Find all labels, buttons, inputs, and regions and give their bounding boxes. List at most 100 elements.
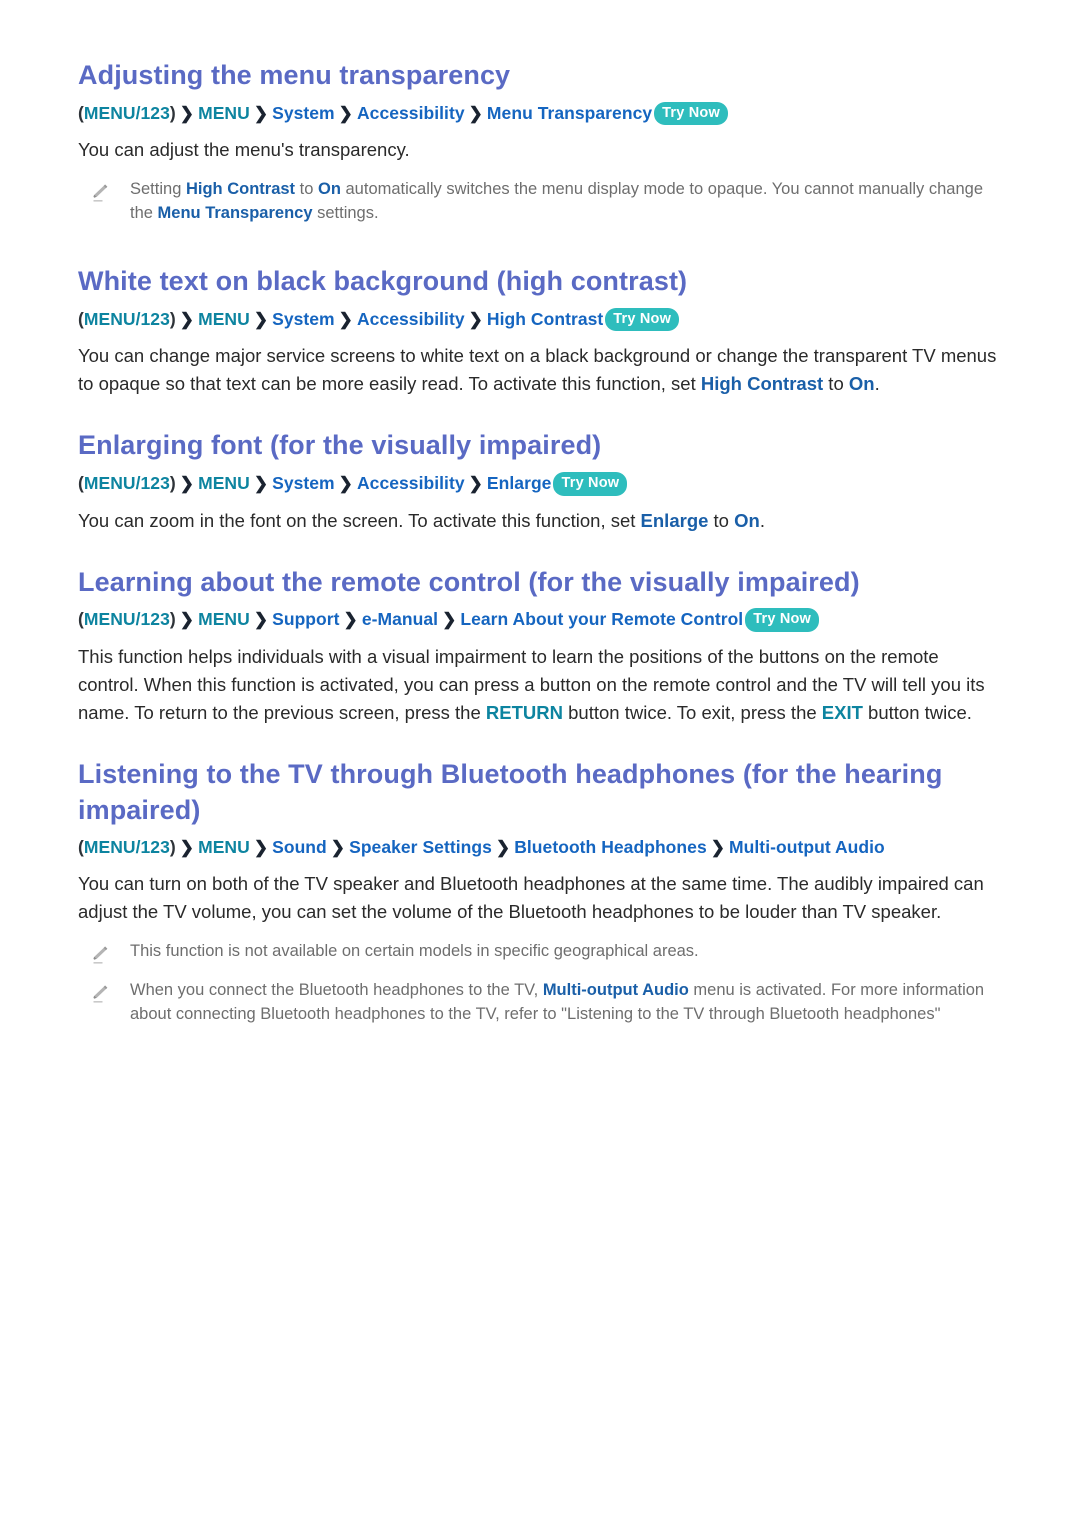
inline-highlight: Menu Transparency	[157, 204, 313, 223]
chevron-right-icon: ❯	[468, 103, 483, 123]
breadcrumb-item[interactable]: MENU	[198, 837, 250, 857]
chevron-right-icon: ❯	[442, 610, 457, 630]
doc-section: Adjusting the menu transparency (MENU/123…	[78, 58, 1002, 226]
section-heading: Enlarging font (for the visually impaire…	[78, 430, 602, 461]
chevron-right-icon: ❯	[179, 838, 195, 858]
text-run: You can zoom in the font on the screen. …	[78, 509, 641, 531]
try-now-badge[interactable]: Try Now	[654, 101, 728, 126]
chevron-right-icon: ❯	[179, 610, 195, 630]
breadcrumb-item[interactable]: MENU	[198, 309, 250, 329]
doc-section: Learning about the remote control (for t…	[78, 565, 1002, 727]
text-run: .	[874, 373, 880, 395]
chevron-right-icon: ❯	[253, 103, 269, 123]
breadcrumb-item[interactable]: MENU/123	[84, 103, 170, 123]
chevron-right-icon: ❯	[468, 474, 483, 494]
chevron-right-icon: ❯	[330, 838, 346, 858]
breadcrumb: (MENU/123) ❯ MENU ❯ System ❯ Accessibility ❯ Men…	[78, 100, 1002, 128]
breadcrumb-item[interactable]: MENU/123	[84, 309, 170, 329]
notes-list: This function is not available on certai…	[78, 940, 1002, 1027]
note-text: When you connect the Bluetooth headphone…	[130, 979, 1002, 1027]
notes-list: Setting High Contrast to On automaticall…	[78, 178, 1002, 226]
inline-highlight: On	[734, 509, 760, 531]
try-now-badge[interactable]: Try Now	[745, 608, 820, 632]
text-run: You can turn on both of the TV speaker a…	[78, 872, 984, 922]
breadcrumb-item[interactable]: System	[272, 103, 335, 123]
chevron-right-icon: ❯	[338, 103, 353, 123]
breadcrumb-item[interactable]: Multi-output Audio	[729, 837, 885, 857]
section-heading: Adjusting the menu transparency	[78, 60, 511, 90]
section-body: You can zoom in the font on the screen. …	[78, 507, 1000, 535]
breadcrumb-item[interactable]: MENU	[198, 473, 250, 493]
section-heading: White text on black background (high con…	[78, 266, 688, 297]
inline-highlight: Multi-output Audio	[542, 981, 689, 1000]
try-now-badge[interactable]: Try Now	[605, 307, 680, 332]
breadcrumb-item[interactable]: High Contrast	[487, 309, 603, 329]
section-heading: Learning about the remote control (for t…	[78, 566, 860, 597]
breadcrumb-item[interactable]: Bluetooth Headphones	[514, 837, 707, 857]
breadcrumb: (MENU/123) ❯ MENU ❯ Sound ❯ Speaker Settings ❯ B…	[78, 834, 1002, 861]
text-run: .	[759, 509, 765, 531]
chevron-right-icon: ❯	[253, 610, 269, 630]
section-body: You can change major service screens to …	[78, 342, 1000, 398]
breadcrumb-item[interactable]: MENU/123	[84, 609, 170, 629]
chevron-right-icon: ❯	[253, 474, 269, 494]
chevron-right-icon: ❯	[710, 838, 726, 858]
sections-container: Adjusting the menu transparency (MENU/123…	[78, 58, 1002, 1027]
chevron-right-icon: ❯	[495, 838, 511, 858]
note-text: Setting High Contrast to On automaticall…	[130, 178, 1002, 226]
pencil-icon	[90, 982, 112, 1004]
chevron-right-icon: ❯	[253, 309, 269, 329]
breadcrumb-item[interactable]: Learn About your Remote Control	[460, 609, 743, 629]
inline-highlight: RETURN	[485, 702, 563, 723]
chevron-right-icon: ❯	[179, 103, 195, 123]
section-body: You can adjust the menu's transparency.	[78, 136, 1000, 164]
breadcrumb-item[interactable]: Speaker Settings	[349, 837, 492, 857]
chevron-right-icon: ❯	[338, 474, 353, 494]
breadcrumb-item[interactable]: MENU/123	[84, 473, 170, 493]
breadcrumb-item[interactable]: Support	[272, 609, 339, 629]
text-run: settings.	[312, 204, 379, 223]
breadcrumb-item[interactable]: Accessibility	[357, 473, 465, 493]
breadcrumb: (MENU/123) ❯ MENU ❯ Support ❯ e-Manual ❯ Learn A…	[78, 606, 1002, 634]
breadcrumb-item[interactable]: MENU	[198, 609, 250, 629]
paren-close: )	[169, 308, 176, 329]
chevron-right-icon: ❯	[468, 309, 483, 329]
doc-section: Enlarging font (for the visually impaire…	[78, 428, 1002, 534]
breadcrumb-item[interactable]: Enlarge	[487, 473, 552, 493]
note-item: Setting High Contrast to On automaticall…	[78, 178, 1002, 226]
chevron-right-icon: ❯	[179, 309, 195, 329]
doc-section: Listening to the TV through Bluetooth he…	[78, 757, 1002, 1027]
breadcrumb: (MENU/123) ❯ MENU ❯ System ❯ Accessibility ❯ Hig…	[78, 306, 1002, 334]
breadcrumb-item[interactable]: Menu Transparency	[487, 103, 652, 123]
pencil-icon	[90, 181, 112, 203]
paren-close: )	[169, 837, 176, 858]
doc-section: White text on black background (high con…	[78, 264, 1002, 398]
document-page: Adjusting the menu transparency (MENU/123…	[0, 0, 1080, 1527]
note-text: This function is not available on certai…	[130, 940, 699, 964]
text-run: to	[295, 180, 318, 199]
text-run: This function is not available on certai…	[130, 942, 699, 961]
breadcrumb-item[interactable]: Sound	[272, 837, 327, 857]
breadcrumb-item[interactable]: System	[272, 309, 335, 329]
breadcrumb-item[interactable]: Accessibility	[357, 103, 465, 123]
inline-highlight: High Contrast	[185, 180, 296, 199]
paren-close: )	[169, 102, 176, 123]
inline-highlight: High Contrast	[700, 373, 824, 395]
breadcrumb: (MENU/123) ❯ MENU ❯ System ❯ Accessibility ❯ Enl…	[78, 470, 1002, 498]
note-item: This function is not available on certai…	[78, 940, 1002, 965]
text-run: button twice.	[862, 702, 972, 723]
chevron-right-icon: ❯	[179, 474, 195, 494]
breadcrumb-item[interactable]: Accessibility	[357, 309, 465, 329]
note-item: When you connect the Bluetooth headphone…	[78, 979, 1002, 1027]
section-body: You can turn on both of the TV speaker a…	[78, 870, 1000, 926]
breadcrumb-item[interactable]: System	[272, 473, 335, 493]
breadcrumb-item[interactable]: MENU	[198, 103, 250, 123]
pencil-icon	[90, 943, 112, 965]
text-run: to	[823, 373, 849, 395]
inline-highlight: EXIT	[821, 702, 863, 723]
try-now-badge[interactable]: Try Now	[553, 472, 628, 496]
text-run: Setting	[130, 180, 186, 199]
breadcrumb-item[interactable]: e-Manual	[362, 609, 438, 629]
section-body: This function helps individuals with a v…	[78, 643, 1000, 727]
breadcrumb-item[interactable]: MENU/123	[84, 837, 170, 857]
